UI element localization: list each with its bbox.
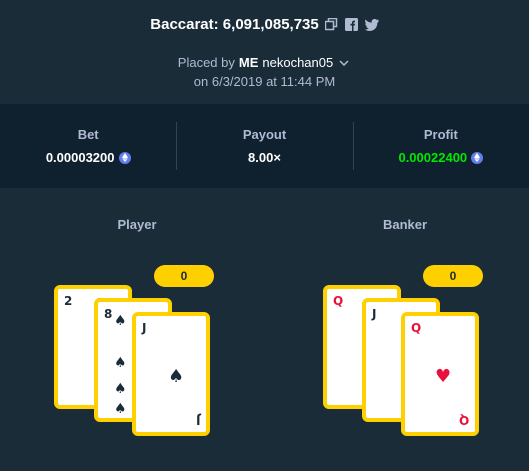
bet-header: Baccarat: 6,091,085,735 Placed by ME nek… (0, 0, 529, 104)
profit-amount: 0.00022400 (398, 150, 468, 165)
bet-stat: Bet 0.00003200 (0, 104, 176, 188)
bet-date: on 6/3/2019 at 11:44 PM (193, 74, 336, 89)
card-rank: J (195, 413, 200, 427)
card-rank: Q (411, 321, 422, 335)
twitter-icon[interactable] (364, 18, 379, 32)
payout-value: 8.00× (248, 150, 281, 165)
eth-icon (471, 151, 484, 164)
profit-stat: Profit 0.00022400 (352, 104, 529, 188)
username-link[interactable]: nekochan05 (262, 55, 333, 70)
banker-label: Banker (382, 217, 428, 232)
bet-label: Bet (77, 127, 99, 142)
spade-icon: ♠ (114, 355, 127, 371)
player-card-3: J ♠ J (132, 312, 210, 436)
card-rank: Q (458, 413, 469, 427)
payout-label: Payout (242, 127, 287, 142)
facebook-icon[interactable] (345, 18, 359, 32)
heart-icon: ♥ (435, 366, 452, 387)
spade-icon: ♠ (114, 313, 127, 329)
spade-icon: ♠ (114, 381, 127, 397)
chevron-down-icon[interactable] (337, 56, 351, 70)
title-row: Baccarat: 6,091,085,735 (0, 16, 529, 33)
card-rank: 8 (104, 307, 113, 321)
banker-score-badge: 0 (423, 265, 483, 287)
placed-by-row: Placed by ME nekochan05 (0, 55, 529, 70)
banker-card-3: Q ♥ Q (401, 312, 479, 436)
card-rank: J (142, 321, 147, 335)
bet-stats-panel: Bet 0.00003200 Payout 8.00× Profit 0.000… (0, 104, 529, 188)
payout-stat: Payout 8.00× (176, 104, 352, 188)
card-rank: 2 (64, 294, 73, 308)
card-rank: J (372, 307, 377, 321)
player-score-badge: 0 (154, 265, 214, 287)
placed-by-label: Placed by (177, 55, 235, 70)
bet-value-row: 0.00003200 (46, 150, 131, 165)
bet-title: Baccarat: 6,091,085,735 (150, 16, 319, 33)
card-rank: Q (333, 294, 344, 308)
eth-icon (118, 151, 131, 164)
profit-label: Profit (423, 127, 458, 142)
profit-value-row: 0.00022400 (398, 150, 484, 165)
bet-amount: 0.00003200 (45, 150, 115, 165)
player-label: Player (117, 217, 157, 232)
copy-icon[interactable] (325, 18, 339, 32)
user-badge: ME (238, 55, 259, 70)
spade-icon: ♠ (168, 366, 185, 387)
spade-icon: ♠ (114, 401, 127, 417)
